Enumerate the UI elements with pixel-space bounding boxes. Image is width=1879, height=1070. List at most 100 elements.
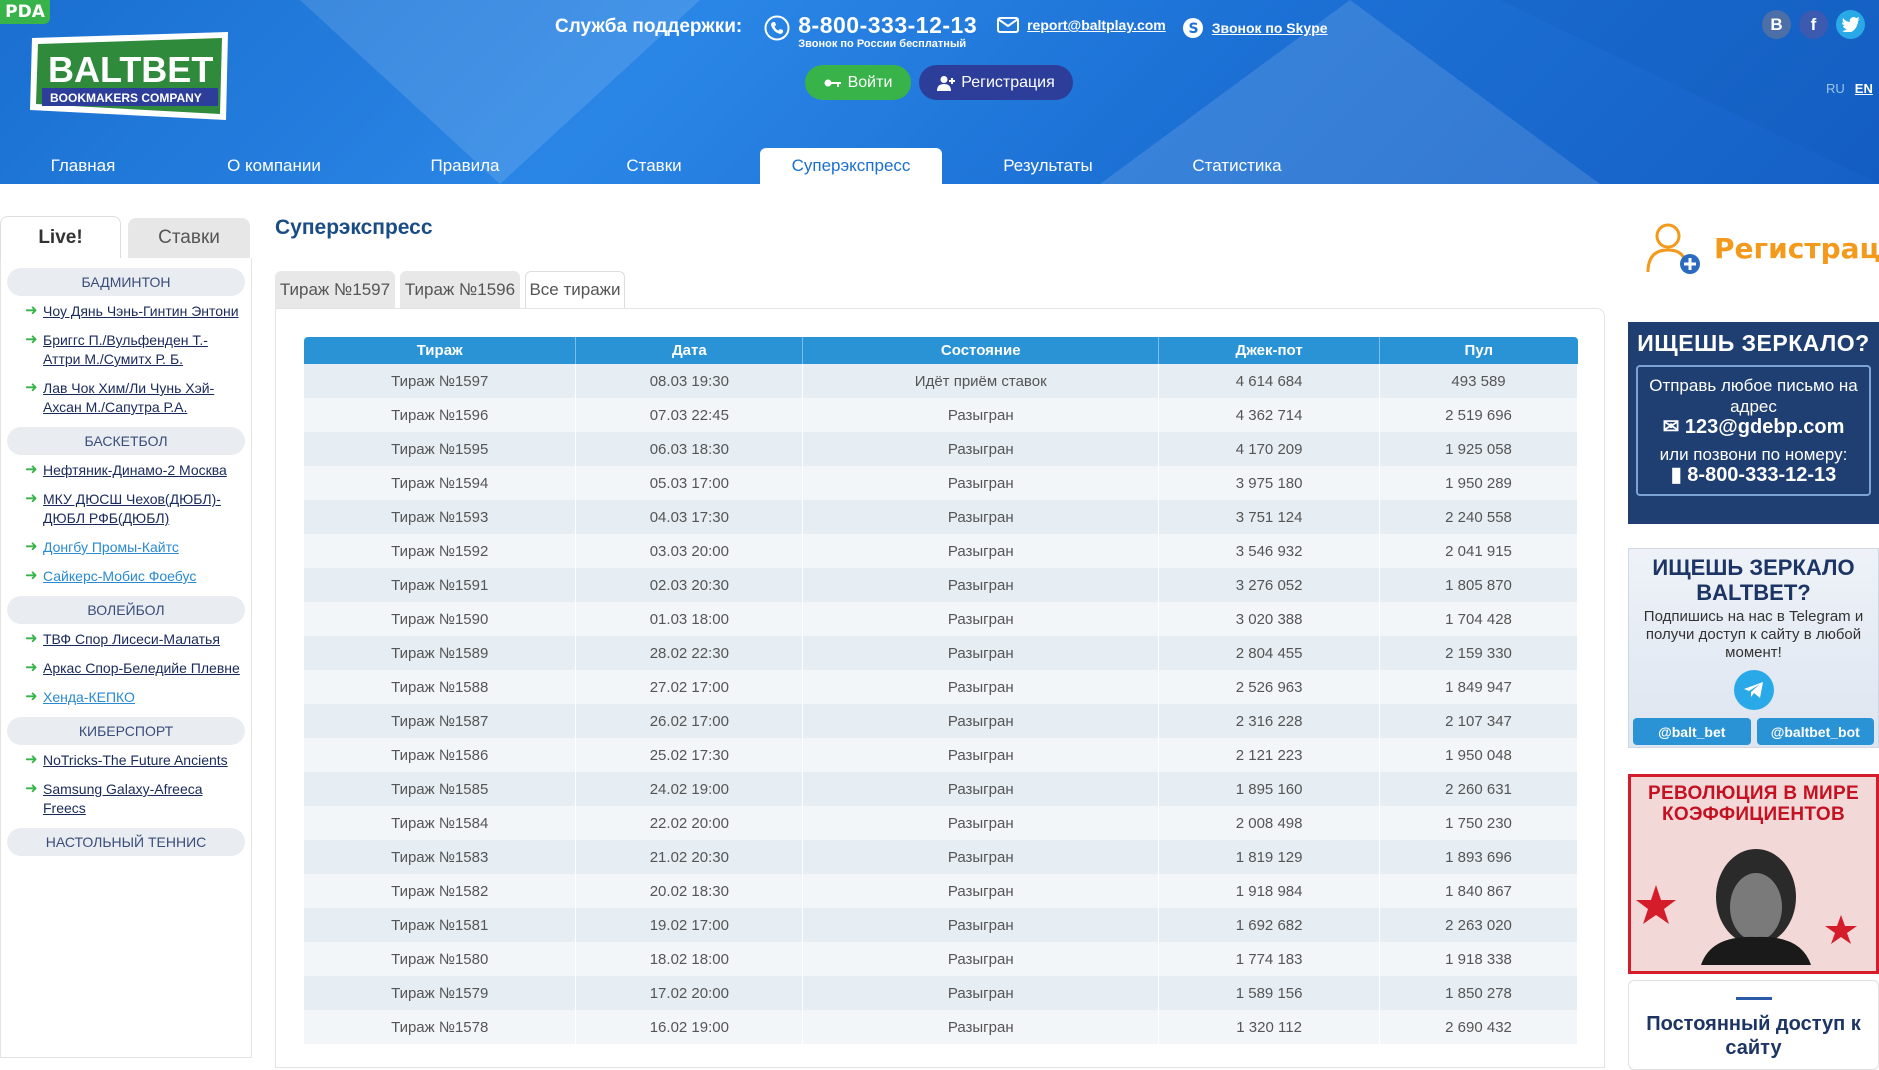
cell-date: 07.03 22:45 [575,398,804,432]
cell-jackpot: 2 804 455 [1158,636,1381,670]
telegram-banner-title: ИЩЕШЬ ЗЕРКАЛО BALTBET? [1652,555,1855,605]
telegram-banner-text: Подпишись на нас в Telegram и получи дос… [1643,608,1864,661]
support-phone[interactable]: 8-800-333-12-13 Звонок по России бесплат… [764,12,977,50]
table-row: Тираж №1592 03.03 20:00 Разыгран 3 546 932 2… [304,534,1578,568]
tab-all-draws[interactable]: Все тиражи [525,271,625,308]
cell-draw: Тираж №1579 [304,976,577,1010]
page-title: Суперэкспресс [275,216,433,239]
nav-statistics[interactable]: Статистика [1154,148,1320,184]
cell-jackpot: 2 526 963 [1158,670,1381,704]
facebook-icon[interactable]: f [1799,10,1828,39]
mirror-banner[interactable]: ИЩЕШЬ ЗЕРКАЛО? Отправь любое письмо на а… [1628,322,1879,524]
twitter-icon[interactable] [1836,10,1865,39]
event-link[interactable]: Чоу Дянь Чэнь-Гинтин Энтони [43,302,243,321]
cell-pool: 1 918 338 [1379,942,1578,976]
register-button[interactable]: Регистрация [919,65,1073,100]
cell-draw: Тираж №1581 [304,908,577,942]
login-button[interactable]: Войти [805,65,911,100]
cell-status: Разыгран [802,534,1160,568]
table-row: Тираж №1584 22.02 20:00 Разыгран 2 008 498 1… [304,806,1578,840]
event-link[interactable]: Аркас Спор-Беледийе Плевне [43,659,243,678]
sport-header[interactable]: НАСТОЛЬНЫЙ ТЕННИС [7,828,245,856]
cell-status: Разыгран [802,806,1160,840]
support-title: Служба поддержки: [555,16,743,37]
logo[interactable]: BALTBET BOOKMAKERS COMPANY [28,30,232,126]
nav-results[interactable]: Результаты [942,148,1154,184]
cell-draw: Тираж №1590 [304,602,577,636]
nav-superexpress[interactable]: Суперэкспресс [760,148,942,184]
list-item: ➜ Чоу Дянь Чэнь-Гинтин Энтони [7,302,245,321]
lang-en[interactable]: EN [1855,81,1873,96]
tab-live[interactable]: Live! [0,216,121,258]
sport-header[interactable]: ВОЛЕЙБОЛ [7,596,245,624]
auth-buttons: Войти Регистрация [805,65,1073,100]
nav-bets[interactable]: Ставки [548,148,760,184]
event-link[interactable]: Сайкерс-Мобис Фоебус [43,567,243,586]
table-row: Тираж №1586 25.02 17:30 Разыгран 2 121 223 1… [304,738,1578,772]
event-link[interactable]: Samsung Galaxy-Afreeca Freecs [43,780,243,818]
event-link[interactable]: Нефтяник-Динамо-2 Москва [43,461,243,480]
cell-jackpot: 2 316 228 [1158,704,1381,738]
phone-icon [764,15,790,41]
telegram-channel-button[interactable]: @balt_bet [1633,718,1751,745]
arrow-icon: ➜ [25,659,38,676]
sport-header[interactable]: КИБЕРСПОРТ [7,717,245,745]
arrow-icon: ➜ [25,567,38,584]
email-link[interactable]: report@baltplay.com [997,17,1166,33]
cell-date: 28.02 22:30 [575,636,804,670]
pda-link[interactable]: PDA [0,0,50,24]
cell-jackpot: 3 975 180 [1158,466,1381,500]
nav-rules[interactable]: Правила [382,148,548,184]
cell-status: Разыгран [802,398,1160,432]
vk-icon[interactable]: В [1762,10,1791,39]
event-link[interactable]: NoTricks-The Future Ancients [43,751,243,770]
cell-date: 21.02 20:30 [575,840,804,874]
cell-status: Разыгран [802,602,1160,636]
cell-pool: 1 850 278 [1379,976,1578,1010]
email-address[interactable]: report@baltplay.com [1027,17,1166,33]
cell-date: 18.02 18:00 [575,942,804,976]
list-item: ➜ Донгбу Промы-Кайтс [7,538,245,557]
table-row: Тираж №1585 24.02 19:00 Разыгран 1 895 160 2… [304,772,1578,806]
access-banner-title: Постоянный доступ к сайту [1646,1013,1861,1059]
table-row: Тираж №1588 27.02 17:00 Разыгран 2 526 963 1… [304,670,1578,704]
telegram-bot-button[interactable]: @baltbet_bot [1756,718,1874,745]
event-link[interactable]: ТВФ Спор Лисеси-Малатья [43,630,243,649]
odds-banner[interactable]: РЕВОЛЮЦИЯ В МИРЕ КОЭФФИЦИЕНТОВ [1628,774,1879,974]
tab-draw-1597[interactable]: Тираж №1597 [275,271,395,308]
skype-link[interactable]: S Звонок по Skype [1182,17,1328,39]
phone-number: 8-800-333-12-13 [798,12,978,38]
nav-home[interactable]: Главная [0,148,166,184]
cell-draw: Тираж №1595 [304,432,577,466]
logo-text: BALTBET [48,49,213,90]
access-banner[interactable]: Постоянный доступ к сайту [1628,980,1879,1070]
cell-draw: Тираж №1585 [304,772,577,806]
cell-date: 26.02 17:00 [575,704,804,738]
tab-bets[interactable]: Ставки [128,218,250,258]
event-link[interactable]: Бриггс П./Вульфенден Т.-Аттри М./Сумитх … [43,331,243,369]
event-link[interactable]: Донгбу Промы-Кайтс [43,538,243,557]
cell-draw: Тираж №1584 [304,806,577,840]
skype-label[interactable]: Звонок по Skype [1212,20,1328,36]
sport-header[interactable]: БАСКЕТБОЛ [7,427,245,455]
nav-about[interactable]: О компании [166,148,382,184]
lang-ru[interactable]: RU [1826,81,1845,96]
telegram-banner[interactable]: ИЩЕШЬ ЗЕРКАЛО BALTBET? Подпишись на нас … [1628,548,1879,748]
mirror-banner-title: ИЩЕШЬ ЗЕРКАЛО? [1637,330,1870,356]
col-header-pool: Пул [1379,337,1578,364]
table-row: Тираж №1587 26.02 17:00 Разыгран 2 316 228 2… [304,704,1578,738]
arrow-icon: ➜ [25,490,38,507]
col-header-draw: Тираж [304,337,577,364]
event-link[interactable]: МКУ ДЮСШ Чехов(ДЮБЛ)-ДЮБЛ РФБ(ДЮБЛ) [43,490,243,528]
cell-pool: 1 840 867 [1379,874,1578,908]
event-link[interactable]: Лав Чок Хим/Ли Чунь Хэй-Ахсан М./Сапутра… [43,379,243,417]
cell-status: Разыгран [802,874,1160,908]
cell-status: Идёт приём ставок [802,364,1160,398]
mirror-banner-line1: Отправь любое письмо на адрес [1649,376,1858,416]
cell-draw: Тираж №1593 [304,500,577,534]
sport-header[interactable]: БАДМИНТОН [7,268,245,296]
tab-draw-1596[interactable]: Тираж №1596 [400,271,520,308]
social-links: В f [1762,10,1865,39]
event-link[interactable]: Хенда-КЕПКО [43,688,243,707]
register-promo-link[interactable]: Регистрация [1644,220,1879,276]
